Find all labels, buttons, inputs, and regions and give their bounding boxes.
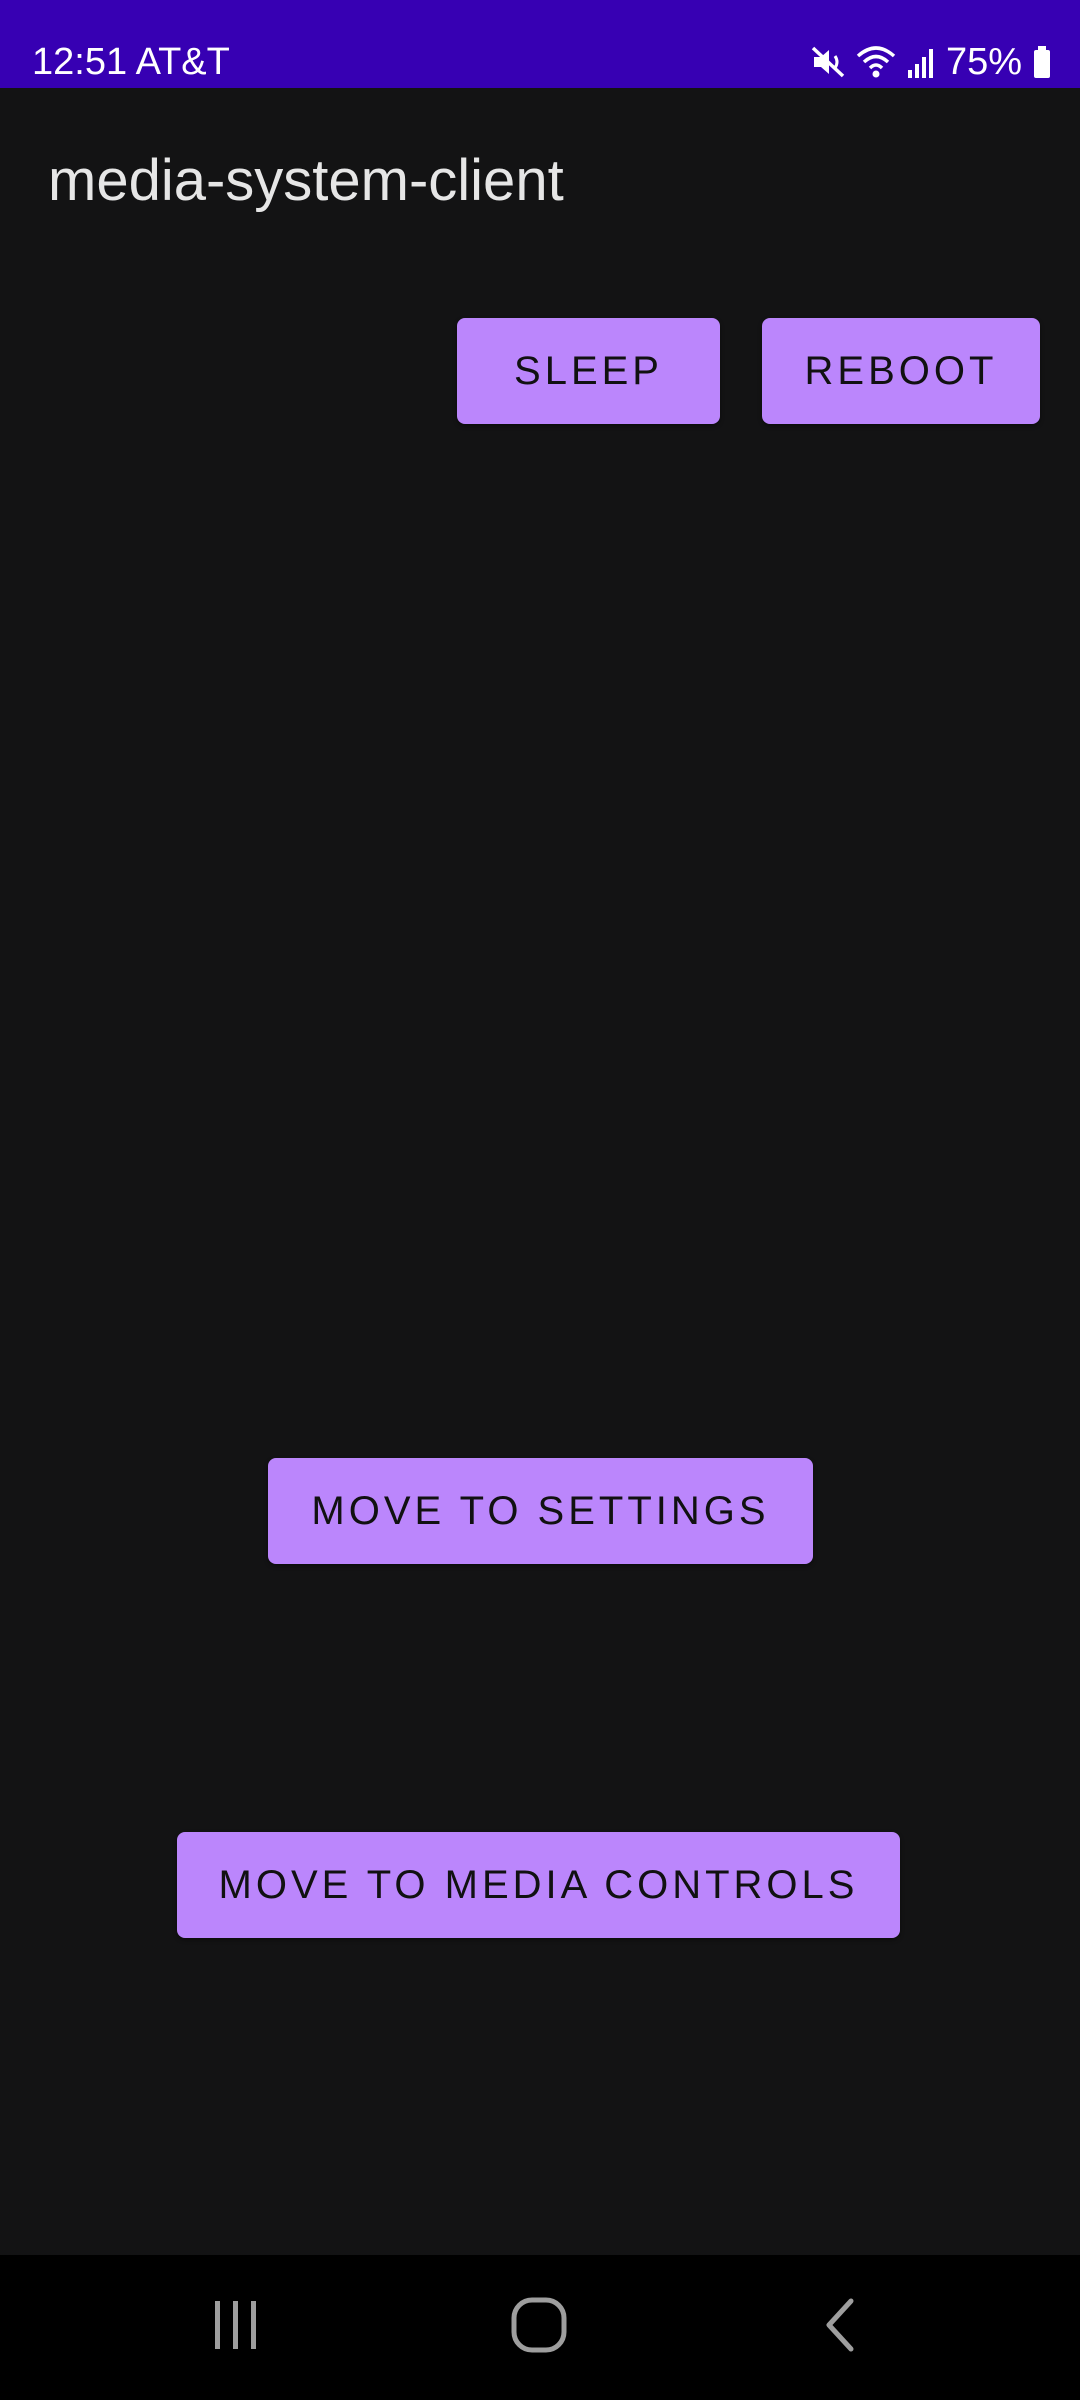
- home-icon: [509, 2295, 569, 2360]
- reboot-button[interactable]: REBOOT: [762, 318, 1040, 424]
- home-button[interactable]: [449, 2255, 629, 2400]
- status-time-carrier: 12:51 AT&T: [32, 38, 230, 86]
- battery-percent: 75%: [945, 41, 1022, 83]
- recents-icon: [206, 2295, 266, 2360]
- move-to-settings-button[interactable]: MOVE TO SETTINGS: [268, 1458, 813, 1564]
- status-carrier: AT&T: [135, 41, 230, 83]
- back-icon: [811, 2295, 871, 2360]
- wifi-icon: [856, 44, 896, 80]
- back-button[interactable]: [751, 2255, 931, 2400]
- navigation-bar: [0, 2255, 1080, 2400]
- status-time: 12:51: [32, 41, 128, 83]
- signal-icon: [906, 44, 936, 80]
- status-icons: 75%: [810, 38, 1052, 86]
- move-to-media-controls-button[interactable]: MOVE TO MEDIA CONTROLS: [177, 1832, 900, 1938]
- recents-button[interactable]: [146, 2255, 326, 2400]
- sleep-button[interactable]: SLEEP: [457, 318, 720, 424]
- app-bar: media-system-client: [0, 88, 1080, 260]
- battery-icon: [1032, 44, 1052, 80]
- mute-icon: [810, 44, 846, 80]
- page-title: media-system-client: [48, 148, 564, 213]
- status-bar: 12:51 AT&T 75%: [0, 0, 1080, 88]
